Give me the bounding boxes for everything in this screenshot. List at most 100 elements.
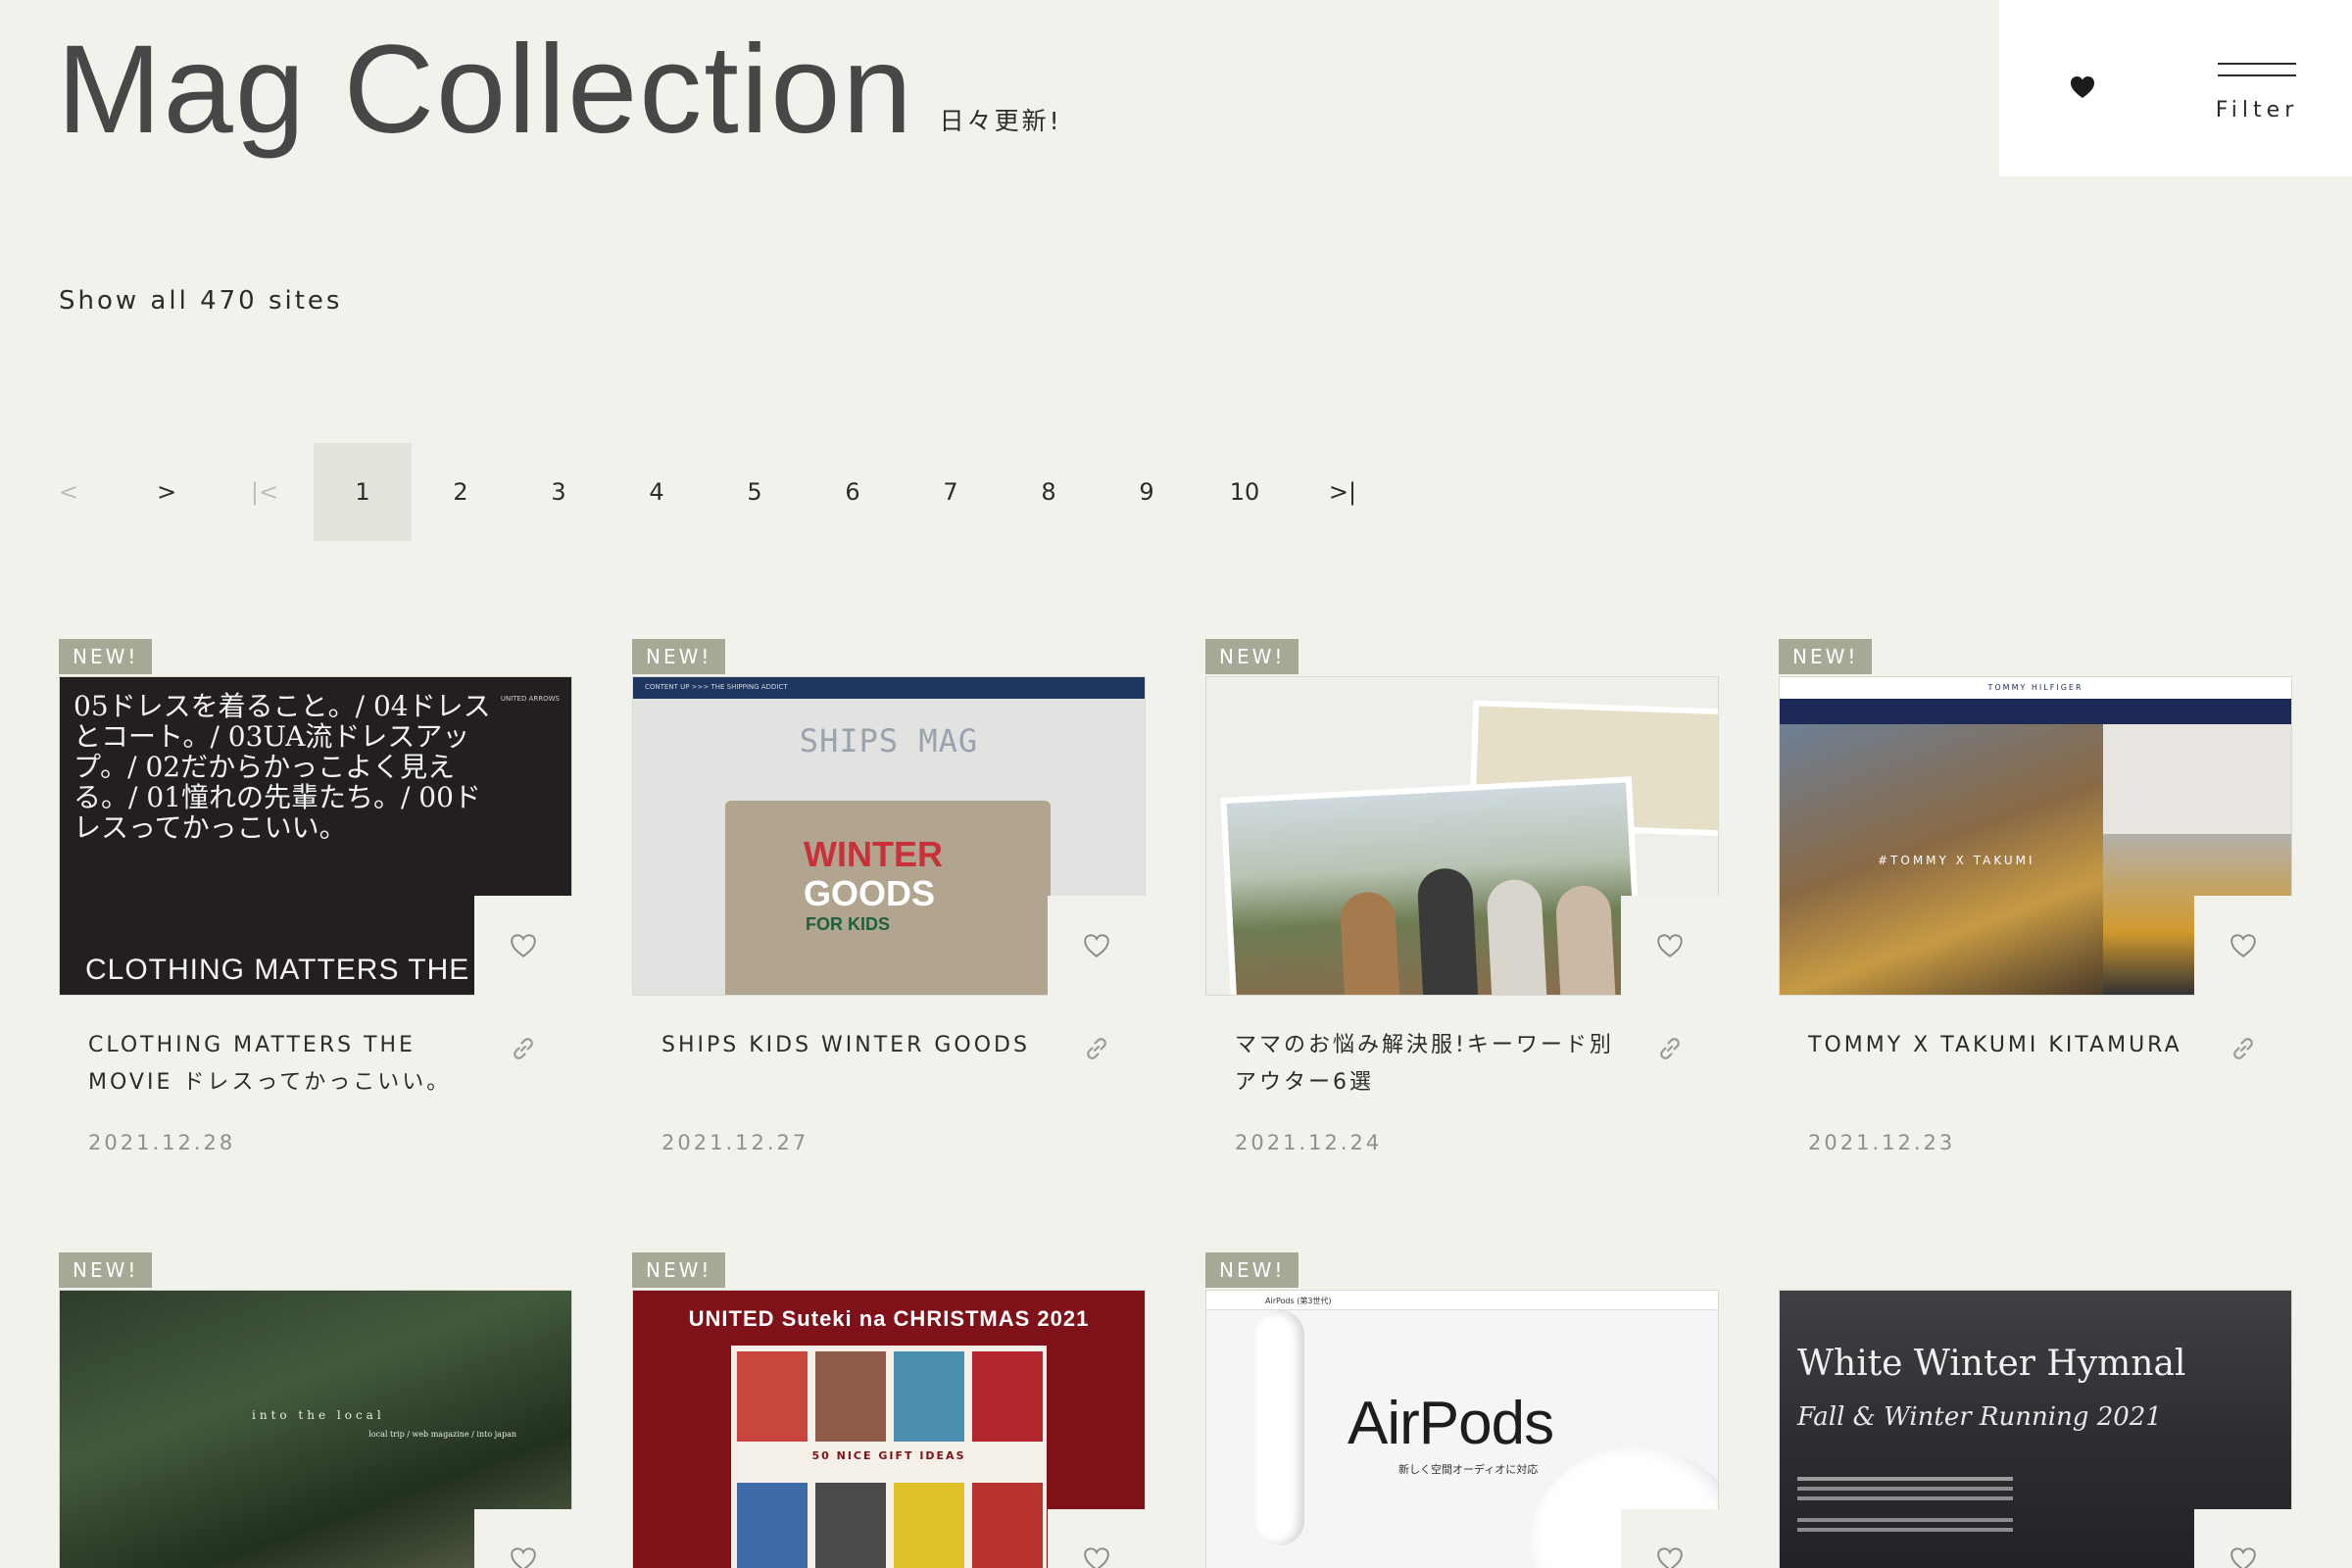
pagination-page-1[interactable]: 1: [314, 443, 412, 541]
external-link-button[interactable]: [504, 1031, 543, 1066]
pagination-page-5[interactable]: 5: [706, 443, 804, 541]
heart-outline-icon: [1084, 934, 1109, 957]
thumb-person: [1339, 891, 1400, 995]
heart-icon: [2071, 76, 2094, 98]
site-date: 2021.12.24: [1235, 1131, 1383, 1154]
filter-label: Filter: [2215, 98, 2299, 122]
heart-outline-icon: [1657, 1547, 1683, 1568]
thumb-word: FOR KIDS: [806, 914, 891, 934]
pagination-page-8[interactable]: 8: [1000, 443, 1098, 541]
thumb-word: GOODS: [804, 873, 936, 913]
site-title[interactable]: SHIPS KIDS WINTER GOODS: [662, 1027, 1054, 1064]
favorite-button[interactable]: [1621, 1509, 1719, 1568]
thumb-photo-front: [1220, 776, 1643, 995]
thumb-heading: White Winter Hymnal: [1797, 1344, 2186, 1384]
thumb-navbar: [1780, 699, 2291, 724]
site-logo[interactable]: Mag Collection 日々更新!: [57, 27, 1062, 153]
pagination-last[interactable]: >|: [1294, 443, 1392, 541]
site-card: White Winter Hymnal Fall & Winter Runnin…: [1779, 1252, 2292, 1568]
thumb-person: [1416, 866, 1479, 995]
site-title[interactable]: TOMMY X TAKUMI KITAMURA: [1808, 1027, 2200, 1064]
filter-button[interactable]: Filter: [2203, 63, 2311, 131]
thumb-body-text: [1797, 1477, 2013, 1481]
top-right-panel: Filter: [1999, 0, 2352, 176]
pagination-page-7[interactable]: 7: [902, 443, 1000, 541]
thumb-product: [815, 1483, 886, 1568]
pagination-page-10[interactable]: 10: [1196, 443, 1294, 541]
filter-menu-icon: [2218, 63, 2296, 65]
pagination-prev[interactable]: <: [20, 443, 118, 541]
new-badge: NEW!: [1205, 1252, 1299, 1288]
heart-outline-icon: [2230, 934, 2256, 957]
site-card: NEW! into the local local trip / web mag…: [59, 1252, 572, 1568]
pagination-page-3[interactable]: 3: [510, 443, 608, 541]
thumb-product: [894, 1351, 964, 1442]
link-icon: [514, 1038, 533, 1059]
thumb-product-grid: 50 NICE GIFT IDEAS: [731, 1346, 1047, 1568]
thumb-subheading: Fall & Winter Running 2021: [1797, 1402, 2162, 1432]
thumb-product: [737, 1483, 808, 1568]
favorite-button[interactable]: [474, 1509, 572, 1568]
heart-outline-icon: [2230, 1547, 2256, 1568]
thumb-brand: UNITED ARROWS: [500, 695, 560, 703]
external-link-button[interactable]: [2224, 1031, 2263, 1066]
link-icon: [1087, 1038, 1106, 1059]
logo-tagline: 日々更新!: [939, 107, 1062, 135]
thumb-subheading: 新しく空間オーディオに対応: [1398, 1463, 1539, 1476]
favorite-button[interactable]: [1621, 896, 1719, 996]
favorite-button[interactable]: [2194, 896, 2292, 996]
thumb-person: [1554, 884, 1616, 995]
pagination-page-2[interactable]: 2: [412, 443, 510, 541]
thumb-product: [894, 1483, 964, 1568]
thumb-product: [737, 1351, 808, 1442]
filter-menu-icon-line: [2218, 74, 2296, 76]
thumb-text: into the local: [252, 1408, 385, 1422]
logo-wordmark: Mag Collection: [57, 20, 914, 160]
external-link-button[interactable]: [1077, 1031, 1116, 1066]
thumb-person: [1486, 878, 1547, 995]
site-date: 2021.12.23: [1808, 1131, 1956, 1154]
site-card: NEW! CONTENT UP >>> THE SHIPPING ADDICT …: [632, 639, 1146, 1188]
thumb-brand: TOMMY HILFIGER: [1987, 683, 2083, 692]
new-badge: NEW!: [59, 1252, 153, 1288]
new-badge: NEW!: [1779, 639, 1873, 674]
favorite-button[interactable]: [474, 896, 572, 996]
favorite-button[interactable]: [1048, 1509, 1146, 1568]
site-title[interactable]: CLOTHING MATTERS THE MOVIE ドレスってかっこいい。: [88, 1027, 480, 1102]
favorite-button[interactable]: [2194, 1509, 2292, 1568]
heart-outline-icon: [1657, 934, 1683, 957]
thumb-caption: #TOMMY X TAKUMI: [1878, 854, 2035, 867]
new-badge: NEW!: [632, 639, 726, 674]
thumb-heading: SHIPS MAG: [799, 722, 979, 760]
thumb-word: WINTER: [804, 834, 943, 874]
thumb-product: [815, 1351, 886, 1442]
pagination: < > |< 1 2 3 4 5 6 7 8 9 10 >|: [20, 443, 1392, 541]
site-title[interactable]: ママのお悩み解決服!キーワード別アウター6選: [1235, 1027, 1627, 1102]
show-all-sites-link[interactable]: Show all 470 sites: [59, 286, 342, 316]
external-link-button[interactable]: [1650, 1031, 1690, 1066]
thumb-feature: WINTER GOODS FOR KIDS: [725, 801, 1051, 995]
heart-outline-icon: [511, 934, 536, 957]
thumb-heading: UNITED Suteki na CHRISTMAS 2021: [688, 1306, 1090, 1331]
thumb-airpod-stem: [1255, 1310, 1304, 1545]
site-date: 2021.12.27: [662, 1131, 809, 1154]
pagination-first[interactable]: |<: [216, 443, 314, 541]
thumb-navbar: AirPods (第3世代): [1206, 1291, 1718, 1310]
pagination-page-4[interactable]: 4: [608, 443, 706, 541]
site-card: NEW! 05ドレスを着ること。/ 04ドレスとコート。/ 03UA流ドレスアッ…: [59, 639, 572, 1188]
thumb-nav-text: AirPods (第3世代): [1265, 1297, 1332, 1305]
site-date: 2021.12.28: [88, 1131, 236, 1154]
thumb-product: [972, 1351, 1043, 1442]
link-icon: [2233, 1038, 2253, 1059]
favorite-button[interactable]: [1048, 896, 1146, 996]
thumb-text: 05ドレスを着ること。/ 04ドレスとコート。/ 03UA流ドレスアップ。/ 0…: [74, 690, 491, 844]
site-card: NEW! UNITED Suteki na CHRISTMAS 2021 50 …: [632, 1252, 1146, 1568]
favorites-button[interactable]: [2066, 71, 2099, 104]
pagination-page-6[interactable]: 6: [804, 443, 902, 541]
thumb-topbar-text: CONTENT UP >>> THE SHIPPING ADDICT: [645, 683, 788, 691]
new-badge: NEW!: [1205, 639, 1299, 674]
site-card: NEW! TOMMY HILFIGER #TOMMY X TAKUMI TOMM…: [1779, 639, 2292, 1188]
pagination-page-9[interactable]: 9: [1098, 443, 1196, 541]
pagination-next[interactable]: >: [118, 443, 216, 541]
new-badge: NEW!: [632, 1252, 726, 1288]
